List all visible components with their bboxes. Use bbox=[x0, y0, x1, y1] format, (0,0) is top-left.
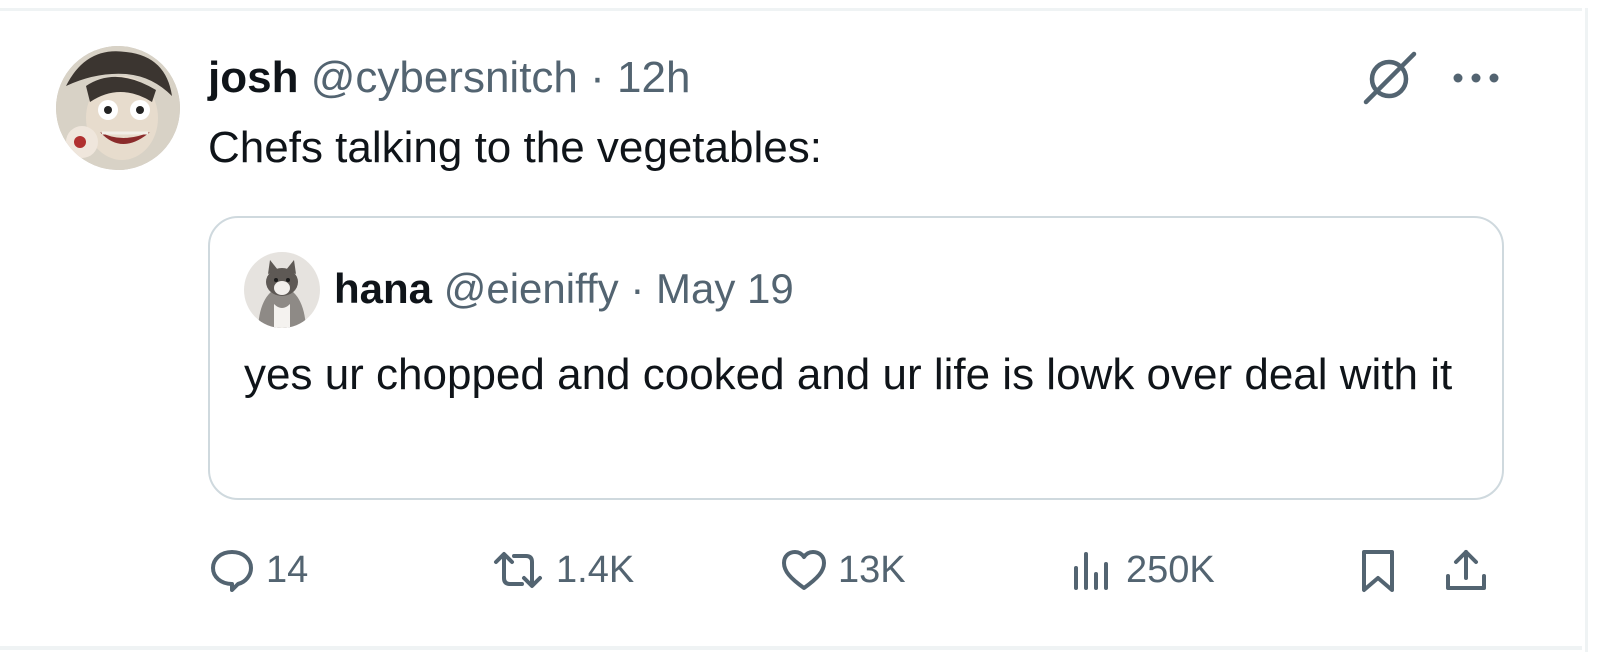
reply-count: 14 bbox=[266, 548, 309, 591]
repost-button[interactable]: 1.4K bbox=[490, 540, 634, 600]
author-handle[interactable]: @cybersnitch bbox=[311, 53, 578, 102]
tweet-timestamp[interactable]: 12h bbox=[617, 53, 690, 102]
views-button[interactable]: 250K bbox=[1068, 540, 1215, 600]
divider bbox=[0, 8, 1582, 11]
author-avatar[interactable] bbox=[56, 46, 180, 170]
repost-count: 1.4K bbox=[556, 548, 635, 591]
tweet-text: Chefs talking to the vegetables: bbox=[208, 123, 822, 172]
share-icon bbox=[1446, 550, 1486, 590]
quoted-tweet[interactable]: hana @eieniffy · May 19 yes ur chopped a… bbox=[208, 216, 1504, 500]
quoted-author-avatar[interactable] bbox=[244, 252, 320, 328]
repost-icon bbox=[494, 552, 542, 588]
view-count: 250K bbox=[1126, 548, 1215, 591]
tweet-card[interactable]: josh @cybersnitch · 12h Chefs talking to… bbox=[0, 0, 1600, 656]
like-icon bbox=[782, 550, 826, 590]
bookmark-icon bbox=[1362, 550, 1394, 592]
tweet-header: josh @cybersnitch · 12h bbox=[208, 52, 690, 104]
quoted-tweet-header: hana @eieniffy · May 19 bbox=[334, 264, 794, 314]
reply-icon bbox=[211, 550, 253, 592]
divider bbox=[1585, 8, 1588, 652]
bookmark-button[interactable] bbox=[1354, 540, 1402, 600]
like-count: 13K bbox=[838, 548, 906, 591]
more-options-icon[interactable] bbox=[1448, 60, 1504, 96]
reply-button[interactable]: 14 bbox=[208, 540, 308, 600]
quoted-tweet-date[interactable]: May 19 bbox=[656, 265, 794, 312]
grok-icon[interactable] bbox=[1358, 46, 1420, 108]
quoted-tweet-text: yes ur chopped and cooked and ur life is… bbox=[244, 350, 1453, 399]
separator-dot: · bbox=[590, 53, 605, 102]
share-button[interactable] bbox=[1442, 540, 1490, 600]
like-button[interactable]: 13K bbox=[780, 540, 906, 600]
separator-dot: · bbox=[630, 265, 645, 312]
action-bar: 14 1.4K 13K 250K bbox=[208, 540, 1508, 600]
views-icon bbox=[1074, 552, 1108, 590]
quoted-author-handle[interactable]: @eieniffy bbox=[444, 265, 619, 312]
author-name[interactable]: josh bbox=[208, 53, 298, 102]
divider bbox=[0, 646, 1582, 650]
quoted-author-name[interactable]: hana bbox=[334, 265, 432, 312]
